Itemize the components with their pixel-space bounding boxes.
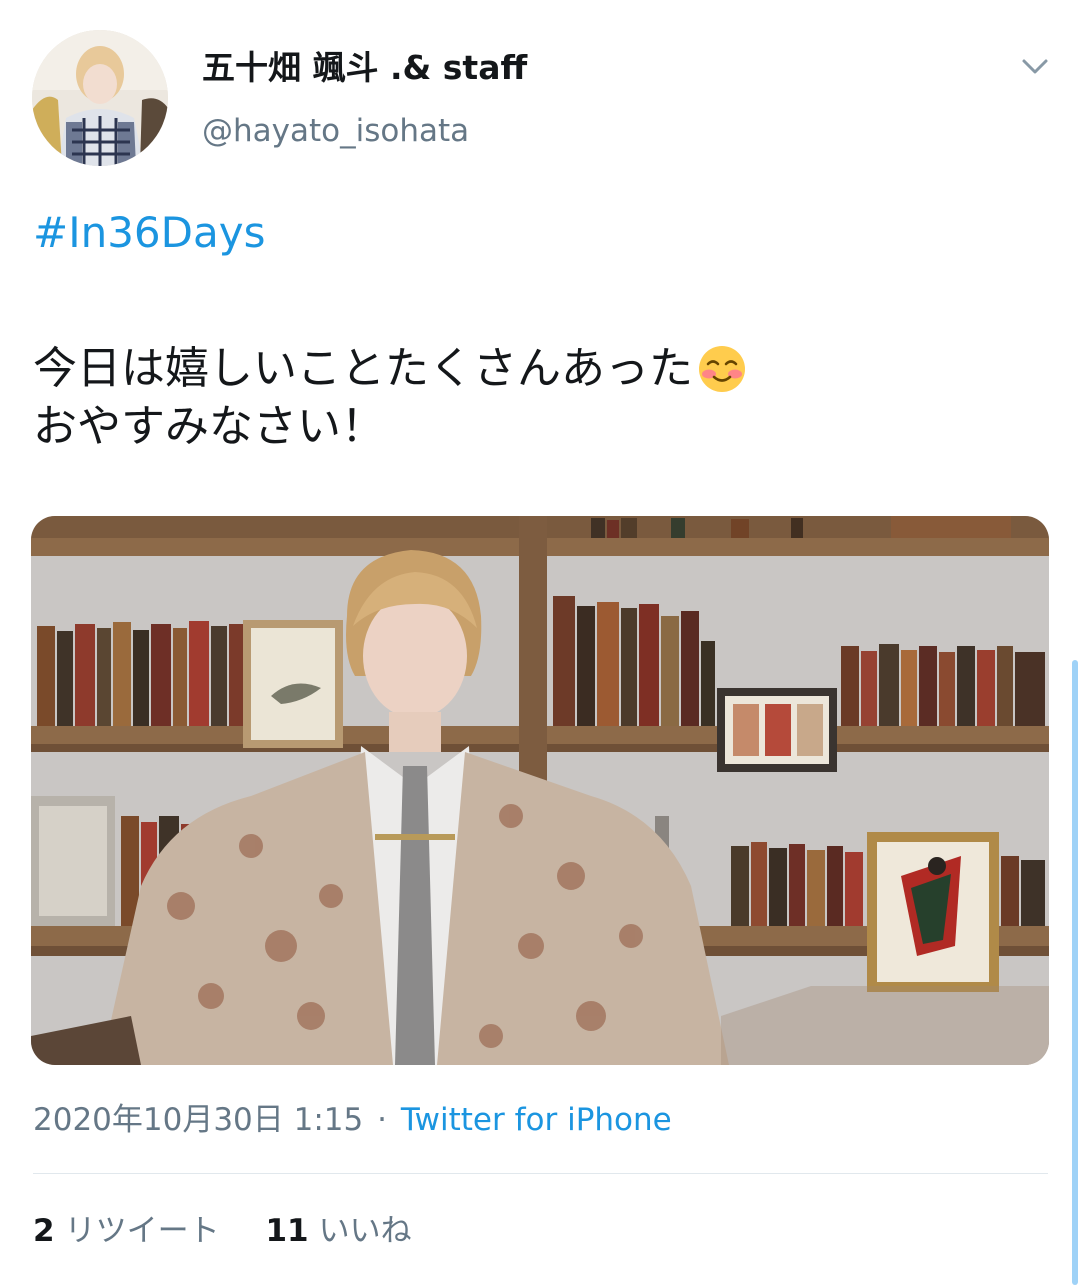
retweets-count: 2: [33, 1213, 55, 1249]
timestamp[interactable]: 2020年10月30日 1:15: [33, 1102, 363, 1138]
meta-separator: ·: [377, 1102, 387, 1138]
divider: [33, 1173, 1048, 1174]
tweet-text-line-2-text: おやすみなさい！: [33, 401, 385, 452]
retweets-label: リツイート: [64, 1213, 220, 1249]
tweet-stats: 2 リツイート 11 いいね: [33, 1208, 448, 1254]
likes-label: いいね: [318, 1213, 412, 1249]
smiling-face-with-blush-icon: [697, 344, 747, 394]
user-handle[interactable]: @hayato_isohata: [202, 110, 527, 152]
source-link[interactable]: Twitter for iPhone: [401, 1102, 672, 1138]
author-block[interactable]: 五十畑 颯斗 .& staff @hayato_isohata: [202, 46, 527, 152]
tweet-text-line-2: おやすみなさい！: [33, 398, 747, 456]
tweet-text: 今日は嬉しいことたくさんあった おやすみなさい！: [33, 340, 747, 456]
tweet-text-line-1-text: 今日は嬉しいことたくさんあった: [33, 343, 693, 394]
likes-stat[interactable]: 11 いいね: [265, 1208, 411, 1254]
tweet-text-line-1: 今日は嬉しいことたくさんあった: [33, 340, 747, 398]
likes-count: 11: [265, 1213, 309, 1249]
avatar[interactable]: [32, 30, 168, 166]
scrollbar[interactable]: [1072, 660, 1078, 1285]
tweet: 五十畑 颯斗 .& staff @hayato_isohata #In36Day…: [0, 0, 1078, 1285]
tweet-photo[interactable]: [31, 516, 1049, 1065]
chevron-down-icon[interactable]: [1018, 50, 1052, 84]
tweet-meta: 2020年10月30日 1:15 · Twitter for iPhone: [33, 1097, 672, 1143]
retweets-stat[interactable]: 2 リツイート: [33, 1208, 220, 1254]
display-name[interactable]: 五十畑 颯斗 .& staff: [202, 46, 527, 90]
hashtag-link[interactable]: #In36Days: [33, 205, 265, 261]
